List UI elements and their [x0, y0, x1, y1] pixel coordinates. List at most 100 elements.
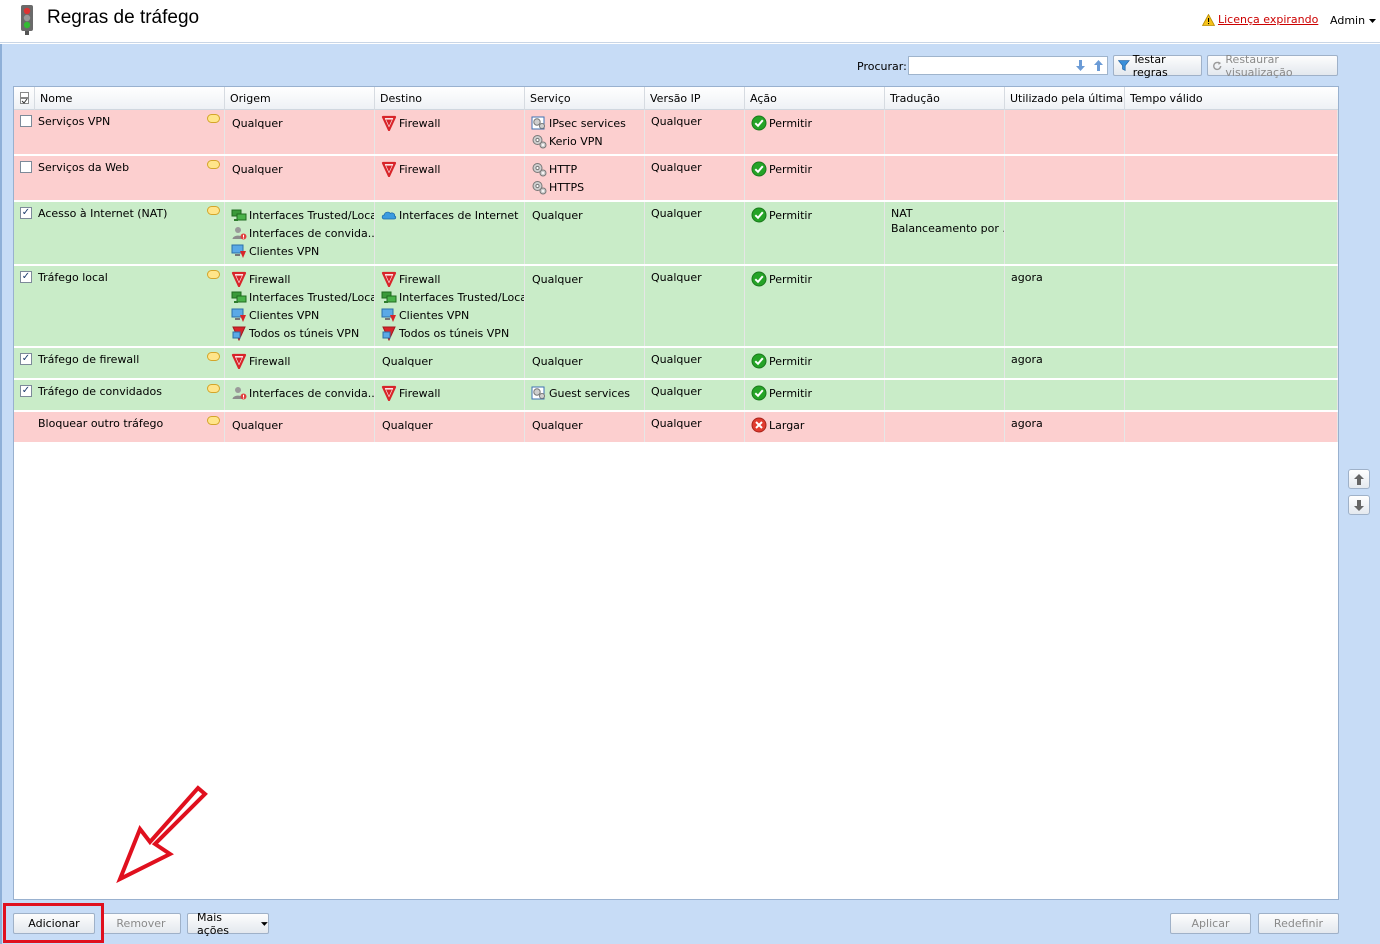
cell-valid-time[interactable] — [1125, 348, 1338, 378]
cell-name[interactable]: Bloquear outro tráfego — [14, 412, 225, 442]
cell-translation[interactable]: NAT Balanceamento por ... — [885, 202, 1005, 264]
rule-enabled-checkbox[interactable]: ✓ — [20, 385, 32, 397]
remove-button[interactable]: Remover — [101, 913, 181, 934]
column-header-source[interactable]: Origem — [225, 87, 375, 110]
comment-icon[interactable] — [207, 384, 220, 393]
table-row[interactable]: Serviços da Web Qualquer Firewall HTTP HTTPS… — [14, 156, 1338, 202]
cell-last-used[interactable] — [1005, 202, 1125, 264]
cell-last-used[interactable] — [1005, 110, 1125, 154]
cell-translation[interactable] — [885, 380, 1005, 410]
table-row[interactable]: ✓ Tráfego de firewall Firewall Qualquer Qual… — [14, 348, 1338, 380]
table-row[interactable]: ✓ Tráfego de convidados Interfaces de conv… — [14, 380, 1338, 412]
cell-valid-time[interactable] — [1125, 380, 1338, 410]
cell-translation[interactable] — [885, 110, 1005, 154]
cell-source[interactable]: Firewall Interfaces Trusted/Local Clientes… — [225, 266, 375, 346]
select-all-column[interactable] — [14, 87, 35, 110]
cell-valid-time[interactable] — [1125, 412, 1338, 442]
cell-valid-time[interactable] — [1125, 202, 1338, 264]
comment-icon[interactable] — [207, 160, 220, 169]
cell-service[interactable]: Qualquer — [525, 412, 645, 442]
table-row[interactable]: ✓ Tráfego local Firewall Interfaces Trusted… — [14, 266, 1338, 348]
comment-icon[interactable] — [207, 270, 220, 279]
search-input[interactable] — [909, 57, 1071, 74]
user-menu[interactable]: Admin — [1330, 14, 1377, 27]
cell-action[interactable]: Permitir — [745, 380, 885, 410]
cell-translation[interactable] — [885, 156, 1005, 200]
apply-button[interactable]: Aplicar — [1170, 913, 1251, 934]
column-header-valid-time[interactable]: Tempo válido — [1125, 87, 1338, 110]
cell-destination[interactable]: Interfaces de Internet — [375, 202, 525, 264]
more-actions-button[interactable]: Mais ações — [187, 911, 269, 937]
rule-enabled-checkbox[interactable]: ✓ — [20, 353, 32, 365]
rule-enabled-checkbox[interactable]: ✓ — [20, 207, 32, 219]
cell-destination[interactable]: Firewall — [375, 380, 525, 410]
cell-ip-version[interactable]: Qualquer — [645, 348, 745, 378]
comment-icon[interactable] — [207, 114, 220, 123]
table-row[interactable]: ✓ Acesso à Internet (NAT) Interfaces Trust… — [14, 202, 1338, 266]
cell-name[interactable]: ✓ Tráfego local — [14, 266, 225, 346]
cell-ip-version[interactable]: Qualquer — [645, 110, 745, 154]
cell-ip-version[interactable]: Qualquer — [645, 266, 745, 346]
cell-name[interactable]: Serviços da Web — [14, 156, 225, 200]
cell-source[interactable]: Interfaces Trusted/Local Interfaces de co… — [225, 202, 375, 264]
cell-service[interactable]: Qualquer — [525, 348, 645, 378]
cell-source[interactable]: Firewall — [225, 348, 375, 378]
cell-ip-version[interactable]: Qualquer — [645, 156, 745, 200]
rule-enabled-checkbox[interactable]: ✓ — [20, 271, 32, 283]
cell-service[interactable]: Qualquer — [525, 266, 645, 346]
test-rules-button[interactable]: Testar regras — [1113, 53, 1202, 79]
cell-source[interactable]: Qualquer — [225, 412, 375, 442]
cell-action[interactable]: Permitir — [745, 202, 885, 264]
comment-icon[interactable] — [207, 416, 220, 425]
cell-ip-version[interactable]: Qualquer — [645, 202, 745, 264]
table-row[interactable]: Bloquear outro tráfego Qualquer Qualquer Qu… — [14, 412, 1338, 444]
cell-ip-version[interactable]: Qualquer — [645, 412, 745, 442]
cell-destination[interactable]: Firewall — [375, 110, 525, 154]
comment-icon[interactable] — [207, 352, 220, 361]
column-header-action[interactable]: Ação — [745, 87, 885, 110]
cell-service[interactable]: HTTP HTTPS — [525, 156, 645, 200]
cell-name[interactable]: Serviços VPN — [14, 110, 225, 154]
restore-view-button[interactable]: Restaurar visualização — [1207, 53, 1338, 79]
column-header-destination[interactable]: Destino — [375, 87, 525, 110]
table-row[interactable]: Serviços VPN Qualquer Firewall IPsec servic… — [14, 110, 1338, 156]
cell-action[interactable]: Permitir — [745, 348, 885, 378]
cell-source[interactable]: Interfaces de convida... — [225, 380, 375, 410]
license-warning-link[interactable]: Licença expirando — [1202, 13, 1318, 26]
cell-last-used[interactable] — [1005, 380, 1125, 410]
cell-ip-version[interactable]: Qualquer — [645, 380, 745, 410]
cell-last-used[interactable] — [1005, 156, 1125, 200]
cell-service[interactable]: Qualquer — [525, 202, 645, 264]
cell-action[interactable]: Permitir — [745, 266, 885, 346]
cell-destination[interactable]: Firewall — [375, 156, 525, 200]
cell-translation[interactable] — [885, 266, 1005, 346]
column-header-name[interactable]: Nome — [35, 87, 225, 110]
cell-last-used[interactable]: agora — [1005, 348, 1125, 378]
cell-action[interactable]: Largar — [745, 412, 885, 442]
cell-name[interactable]: ✓ Acesso à Internet (NAT) — [14, 202, 225, 264]
cell-action[interactable]: Permitir — [745, 110, 885, 154]
cell-translation[interactable] — [885, 412, 1005, 442]
cell-name[interactable]: ✓ Tráfego de firewall — [14, 348, 225, 378]
column-header-ip-version[interactable]: Versão IP — [645, 87, 745, 110]
column-header-translation[interactable]: Tradução — [885, 87, 1005, 110]
rule-enabled-checkbox[interactable] — [20, 115, 32, 127]
cell-translation[interactable] — [885, 348, 1005, 378]
column-header-last-used[interactable]: Utilizado pela última ... — [1005, 87, 1125, 110]
cell-last-used[interactable]: agora — [1005, 266, 1125, 346]
cell-destination[interactable]: Qualquer — [375, 348, 525, 378]
cell-destination[interactable]: Qualquer — [375, 412, 525, 442]
move-down-button[interactable] — [1348, 495, 1370, 515]
cell-name[interactable]: ✓ Tráfego de convidados — [14, 380, 225, 410]
search-prev-button[interactable] — [1091, 58, 1106, 73]
cell-source[interactable]: Qualquer — [225, 156, 375, 200]
cell-last-used[interactable]: agora — [1005, 412, 1125, 442]
cell-valid-time[interactable] — [1125, 266, 1338, 346]
cell-destination[interactable]: Firewall Interfaces Trusted/Local Clientes… — [375, 266, 525, 346]
move-up-button[interactable] — [1348, 469, 1370, 489]
rule-enabled-checkbox[interactable] — [20, 161, 32, 173]
cell-action[interactable]: Permitir — [745, 156, 885, 200]
cell-valid-time[interactable] — [1125, 156, 1338, 200]
cell-service[interactable]: Guest services — [525, 380, 645, 410]
cell-service[interactable]: IPsec services Kerio VPN — [525, 110, 645, 154]
